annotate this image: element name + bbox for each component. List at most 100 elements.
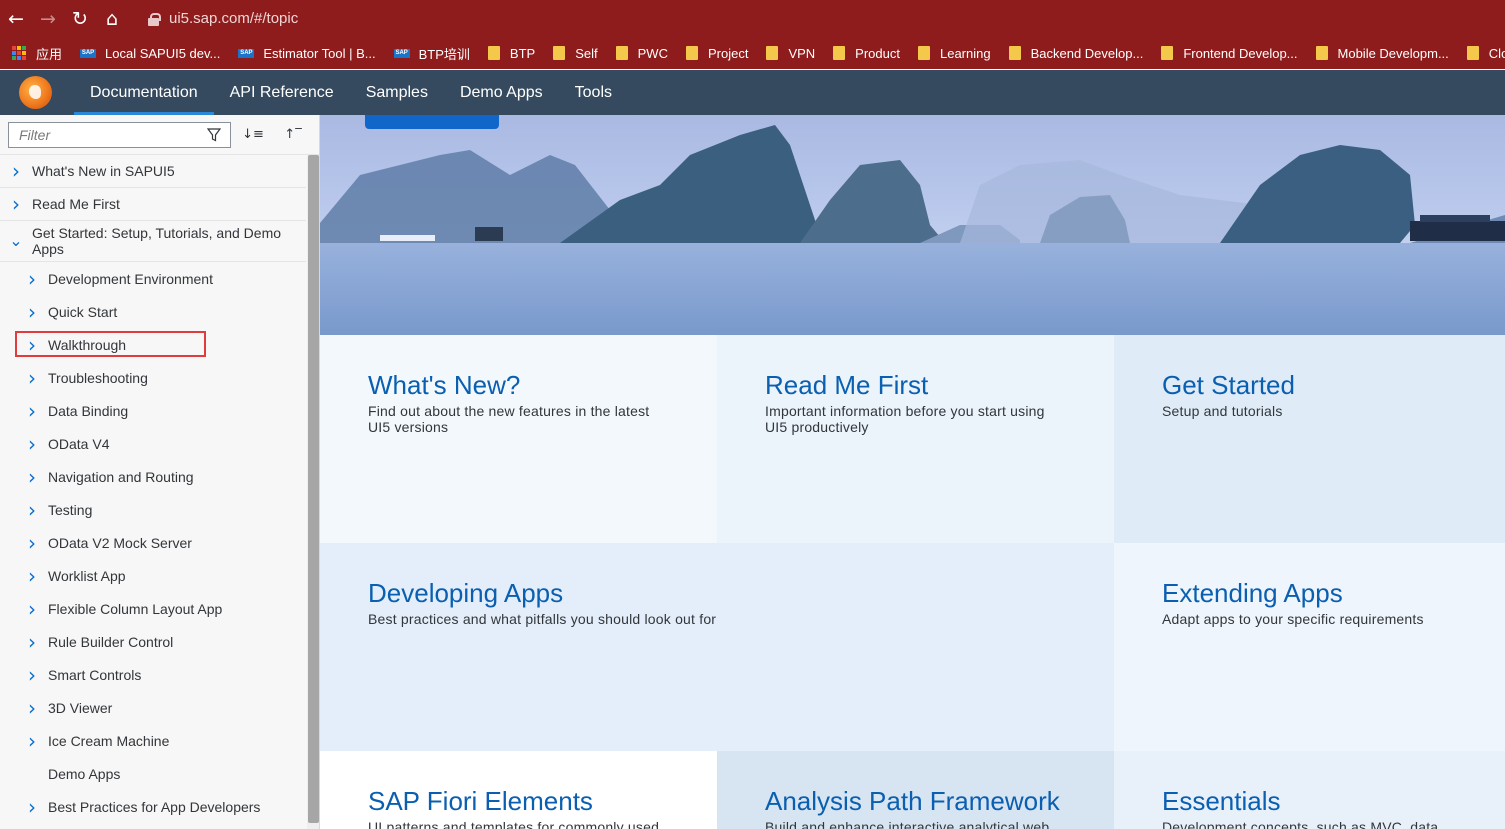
tree-item[interactable]: › Development Environment [0,262,306,295]
bookmark-label: Cloud [1488,45,1505,61]
folder-icon [553,46,566,60]
tab-tools[interactable]: Tools [559,70,628,115]
bookmark-item[interactable]: Self [553,46,598,61]
chevron-right-icon[interactable]: › [16,500,48,520]
chevron-right-icon[interactable]: › [16,599,48,619]
tree-item[interactable]: Demo Apps [0,757,306,790]
home-icon[interactable]: ⌂ [96,0,128,37]
bookmark-label: Learning [939,45,991,61]
bookmark-label: Backend Develop... [1030,45,1144,61]
back-arrow-icon[interactable]: ← [0,0,32,37]
tree-item-label: Data Binding [48,402,129,419]
forward-arrow-icon[interactable]: → [32,0,64,37]
bookmark-item[interactable]: SAP BTP培训 [393,44,470,63]
tree-item[interactable]: › Data Binding [0,394,306,427]
chevron-right-icon[interactable]: › [16,632,48,652]
topic-tile[interactable]: Essentials Development concepts, such as … [1114,751,1505,829]
bookmark-label: BTP [509,45,536,61]
bookmark-item[interactable]: Frontend Develop... [1161,46,1298,61]
bookmark-item[interactable]: Cloud [1466,45,1505,61]
browser-toolbar: ← → ↻ ⌂ ui5.sap.com/#/topic [0,0,1505,37]
tree-item[interactable]: › Navigation and Routing [0,460,306,493]
tree-item[interactable]: › Rule Builder Control [0,625,306,658]
sort-icon[interactable]: ↓≡ [235,122,271,148]
folder-icon [917,46,930,60]
topic-tile[interactable]: Get Started Setup and tutorials [1114,335,1505,543]
folder-icon [685,46,698,60]
chevron-right-icon[interactable]: › [16,302,48,322]
reload-icon[interactable]: ↻ [64,0,96,37]
tree-item[interactable]: › Read Me First [0,188,306,221]
address-bar[interactable]: ui5.sap.com/#/topic [138,5,1501,33]
chevron-right-icon[interactable]: › [16,434,48,454]
ui5-logo-icon[interactable] [19,76,52,109]
tab-samples[interactable]: Samples [350,70,444,115]
chevron-right-icon[interactable]: › [16,335,48,355]
chevron-right-icon[interactable]: › [16,269,48,289]
chevron-right-icon[interactable]: › [16,467,48,487]
topic-tile[interactable]: Extending Apps Adapt apps to your specifi… [1114,543,1505,751]
funnel-icon[interactable] [207,127,221,142]
chevron-down-icon[interactable]: ⌄ [0,225,32,250]
bookmark-item[interactable]: Product [833,46,900,61]
tree-item-label: OData V2 Mock Server [48,534,192,551]
sap-logo-icon: SAP [393,48,410,58]
tree-item[interactable]: ⌄ Get Started: Setup, Tutorials, and Demo… [0,221,306,262]
collapse-all-icon[interactable]: ↑‾ [275,122,311,148]
chevron-right-icon[interactable]: › [0,161,32,181]
tree-item[interactable]: › Best Practices for App Developers [0,790,306,823]
chevron-right-icon[interactable]: › [16,797,48,817]
tree-item[interactable]: › Ice Cream Machine [0,724,306,757]
bookmark-item[interactable]: Project [685,46,748,61]
bookmark-item[interactable]: BTP [487,45,536,61]
tree-item-label: Navigation and Routing [48,468,194,485]
bookmark-item[interactable]: SAP Local SAPUI5 dev... [80,46,220,61]
tree-item[interactable]: › What's New in SAPUI5 [0,155,306,188]
tab-documentation[interactable]: Documentation [74,70,214,115]
tile-description: Development concepts, such as MVC, data [1162,819,1439,829]
tree-item[interactable]: › Flexible Column Layout App [0,592,306,625]
scrollbar-thumb[interactable] [308,155,319,823]
tree-item[interactable]: › OData V4 [0,427,306,460]
chevron-right-icon[interactable]: › [16,368,48,388]
tree-item[interactable]: › Smart Controls [0,658,306,691]
bookmark-item[interactable]: Mobile Developm... [1315,46,1449,61]
halong-bay-image [320,125,1505,335]
bookmark-item[interactable]: Backend Develop... [1008,45,1144,61]
tab-api-reference[interactable]: API Reference [214,70,350,115]
bookmark-item[interactable]: SAP Estimator Tool | B... [238,46,376,61]
chevron-right-icon[interactable]: › [16,731,48,751]
bookmark-label: VPN [788,45,816,61]
bookmark-item[interactable]: 应用 [12,44,62,63]
filter-input[interactable]: Filter [8,121,231,148]
topic-tiles-grid: What's New? Find out about the new featur… [320,335,1505,829]
bookmark-item[interactable]: Learning [917,45,991,61]
chevron-right-icon[interactable]: › [0,194,32,214]
bookmark-label: BTP培训 [418,46,470,62]
chevron-right-icon[interactable]: › [16,566,48,586]
topic-tile[interactable]: Read Me First Important information befor… [717,335,1114,543]
chevron-right-icon[interactable]: › [16,401,48,421]
chevron-right-icon[interactable]: › [16,698,48,718]
tree-item[interactable]: › Testing [0,493,306,526]
tree-item[interactable]: › Quick Start [0,295,306,328]
chevron-right-icon[interactable]: › [16,533,48,553]
tree-item[interactable]: › Troubleshooting [0,361,306,394]
tree-item[interactable]: › Worklist App [0,559,306,592]
topic-tile[interactable]: Developing Apps Best practices and what p… [320,543,1114,751]
chevron-right-icon[interactable]: › [16,665,48,685]
folder-icon [833,46,846,60]
topic-tile[interactable]: What's New? Find out about the new featur… [320,335,717,543]
bookmark-item[interactable]: VPN [766,46,815,61]
tree-item[interactable]: › 3D Viewer [0,691,306,724]
tree-item[interactable]: › OData V2 Mock Server [0,526,306,559]
tree-item-label: Read Me First [32,196,120,212]
tile-description: Important information before you start u… [765,403,1045,435]
bookmark-item[interactable]: PWC [615,46,668,61]
tile-description: Build and enhance interactive analytical… [765,819,1050,829]
topic-tile[interactable]: Analysis Path Framework Build and enhance… [717,751,1114,829]
tab-demo-apps[interactable]: Demo Apps [444,70,559,115]
topic-tile[interactable]: SAP Fiori Elements UI patterns and templa… [320,751,717,829]
tree-item[interactable]: › Walkthrough [0,328,306,361]
url-text: ui5.sap.com/#/topic [169,10,299,27]
